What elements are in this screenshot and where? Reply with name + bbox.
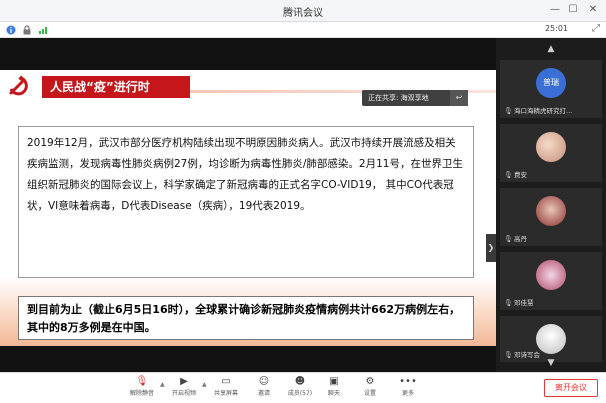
settings-button[interactable]: ⚙ 设置 [352, 375, 388, 403]
sharing-menu-icon[interactable]: ↩ [450, 90, 468, 106]
background-paragraph: 2019年12月，武汉市部分医疗机构陆续出现不明原因肺炎病人。武汉市持续开展流感… [27, 137, 463, 212]
avatar [536, 260, 566, 290]
invite-button[interactable]: ☺ 邀请 [246, 375, 282, 403]
maximize-icon[interactable]: ☐ [566, 3, 580, 17]
video-button[interactable]: ▶ 开启视频 [166, 375, 202, 403]
title-bar: 腾讯会议 — ☐ ✕ [0, 0, 606, 22]
minimize-icon[interactable]: — [548, 3, 562, 17]
avatar [536, 196, 566, 226]
more-icon: ••• [399, 376, 417, 387]
scroll-up-icon[interactable]: ▲ [496, 44, 606, 54]
status-bar: 25:01 ⤢ [0, 22, 606, 38]
mic-off-icon: 🎙 [504, 235, 513, 243]
avatar: 普瑞 [536, 68, 566, 98]
close-icon[interactable]: ✕ [586, 3, 600, 17]
participants-panel: ▲ 普瑞 🎙 海口海精虎研究打... 🎙 费安 🎙 高丹 🎙 邓佳慧 🎙 邓诗写… [496, 38, 606, 372]
members-icon: ☻ [294, 376, 306, 387]
participant-tile[interactable]: 🎙 邓佳慧 [500, 252, 602, 310]
chat-button[interactable]: ▣ 聊天 [316, 375, 352, 403]
share-screen-icon: ▭ [221, 376, 231, 387]
participant-tile[interactable]: 🎙 高丹 [500, 188, 602, 246]
meeting-window: 腾讯会议 — ☐ ✕ 25:01 ⤢ 人民战“疫”进行时 正在共享: 海双享地 [0, 0, 606, 403]
content-box-statistics: 到目前为止（截止6月5日16时），全球累计确诊新冠肺炎疫情病例共计662万病例左… [18, 296, 474, 340]
avatar [536, 324, 566, 354]
members-button[interactable]: ☻ 成员(57) [282, 375, 318, 403]
mic-off-icon: 🎙 [504, 171, 513, 179]
info-icon[interactable] [6, 25, 16, 35]
participant-name: 高丹 [514, 235, 527, 243]
content-box-background: 2019年12月，武汉市部分医疗机构陆续出现不明原因肺炎病人。武汉市持续开展流感… [18, 126, 474, 278]
shared-screen: 人民战“疫”进行时 正在共享: 海双享地 ↩ 2019年12月，武汉市部分医疗机… [0, 38, 496, 372]
scroll-down-icon[interactable]: ▼ [496, 358, 606, 368]
settings-icon: ⚙ [365, 376, 375, 387]
slide-title: 人民战“疫”进行时 [42, 76, 190, 98]
mic-off-icon: 🎙 [504, 299, 513, 307]
participant-tile[interactable]: 普瑞 🎙 海口海精虎研究打... [500, 60, 602, 118]
fullscreen-icon[interactable]: ⤢ [592, 23, 600, 34]
chevron-up-icon[interactable]: ▲ [160, 381, 165, 388]
collapse-panel-handle[interactable]: ❯ [486, 234, 496, 262]
leave-meeting-button[interactable]: 离开会议 [544, 379, 598, 397]
signal-icon[interactable] [38, 25, 48, 35]
mic-off-icon: 🎙 [504, 107, 513, 115]
invite-icon: ☺ [258, 376, 270, 387]
participant-name: 海口海精虎研究打... [514, 107, 573, 115]
statistics-paragraph: 到目前为止（截止6月5日16时），全球累计确诊新冠肺炎疫情病例共计662万病例左… [27, 303, 461, 334]
participant-tile[interactable]: 🎙 邓诗写会 [500, 316, 602, 362]
lock-icon[interactable] [22, 25, 32, 35]
window-title: 腾讯会议 [283, 8, 323, 19]
chevron-up-icon[interactable]: ▲ [202, 381, 207, 388]
chat-icon: ▣ [329, 376, 339, 387]
meeting-timer: 25:01 [544, 24, 568, 33]
camera-icon: ▶ [180, 376, 188, 387]
mic-icon: 🎙 [135, 376, 149, 387]
party-emblem-icon [9, 75, 28, 96]
participant-name: 费安 [514, 171, 527, 179]
avatar [536, 132, 566, 162]
participant-tile[interactable]: 🎙 费安 [500, 124, 602, 182]
meeting-toolbar: 🎙 解除静音 ▲ ▶ 开启视频 ▲ ▭ 共享屏幕 ☺ 邀请 ☻ 成员(57) ▣… [0, 372, 606, 403]
mute-button[interactable]: 🎙 解除静音 [124, 375, 160, 403]
participant-name: 邓佳慧 [514, 299, 534, 307]
more-button[interactable]: ••• 更多 [390, 375, 426, 403]
share-screen-button[interactable]: ▭ 共享屏幕 [208, 375, 244, 403]
